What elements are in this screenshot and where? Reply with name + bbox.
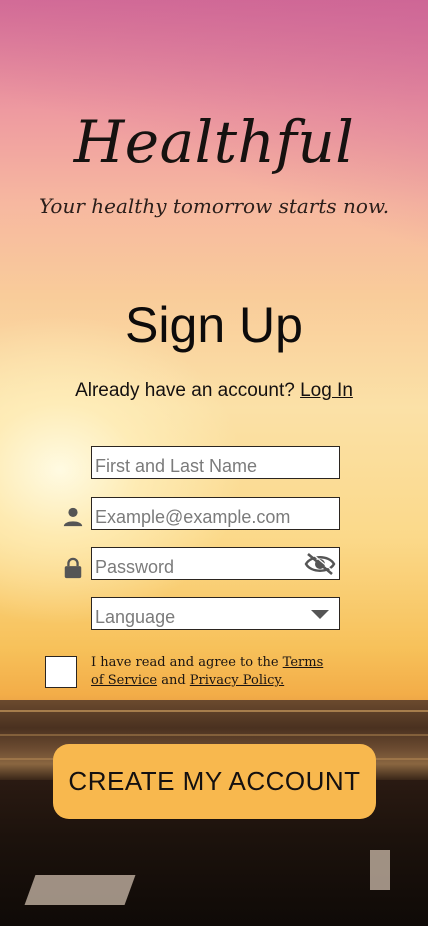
terms-and: and xyxy=(161,673,186,688)
background-rail xyxy=(24,875,136,905)
brand-tagline: Your healthy tomorrow starts now. xyxy=(38,194,390,218)
chevron-down-icon xyxy=(311,610,329,619)
background-rail xyxy=(370,850,390,890)
language-select[interactable]: Language xyxy=(91,597,340,630)
eye-off-icon[interactable] xyxy=(304,552,336,576)
language-select-value: Language xyxy=(95,607,176,627)
brand-title: Healthful xyxy=(73,108,355,176)
create-account-button[interactable]: CREATE MY ACCOUNT xyxy=(53,744,376,819)
terms-checkbox[interactable] xyxy=(45,656,77,688)
password-field-wrapper xyxy=(91,547,340,583)
password-field[interactable] xyxy=(92,552,295,583)
login-link[interactable]: Log In xyxy=(300,380,353,401)
lock-icon xyxy=(64,557,82,579)
name-field[interactable] xyxy=(92,451,295,482)
privacy-policy-link[interactable]: Privacy Policy. xyxy=(190,673,284,688)
terms-text: I have read and agree to the Terms of Se… xyxy=(91,654,331,690)
person-icon xyxy=(63,507,83,527)
login-prompt-text: Already have an account? xyxy=(75,380,295,401)
email-field-wrapper xyxy=(91,497,340,533)
sea-highlight xyxy=(0,710,428,712)
page-title: Sign Up xyxy=(125,297,303,353)
email-field[interactable] xyxy=(92,502,295,533)
terms-prefix: I have read and agree to the xyxy=(91,655,279,670)
name-field-wrapper xyxy=(91,446,340,482)
sea-highlight xyxy=(0,734,428,736)
login-prompt: Already have an account? Log In xyxy=(0,380,428,402)
